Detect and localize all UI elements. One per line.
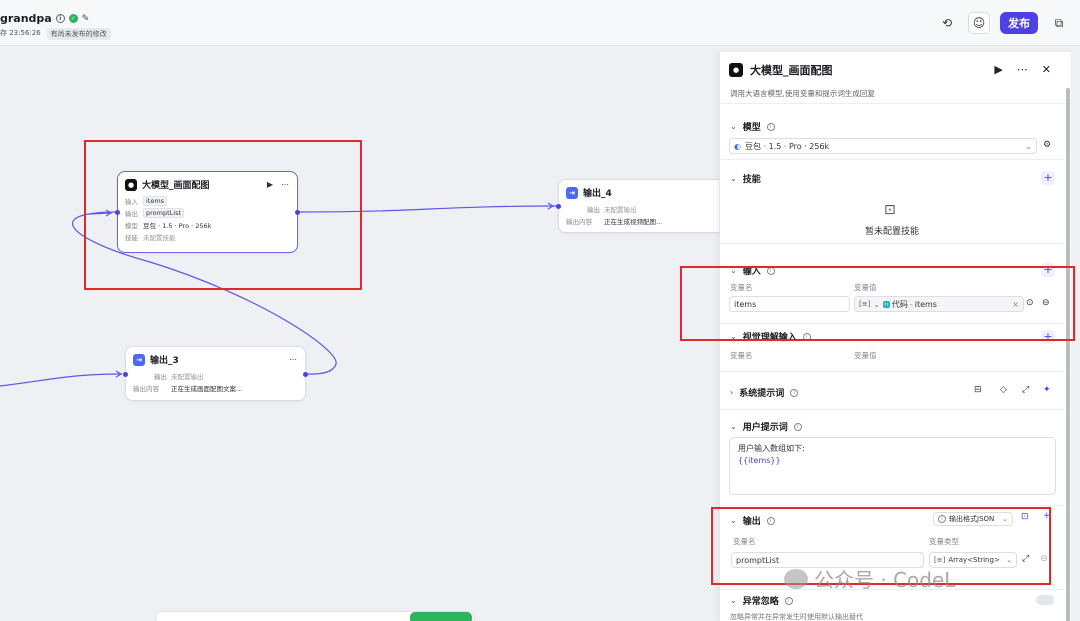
info-icon[interactable]: i [784, 596, 793, 605]
ai-sparkle-icon[interactable]: ✦ [1043, 385, 1051, 395]
doubao-icon: ◐ [734, 141, 741, 151]
optimize-icon[interactable]: ◇ [1000, 385, 1007, 395]
user-prompt-line2: {{items}} [738, 456, 781, 465]
expand-icon[interactable]: ⤢ [1022, 385, 1029, 395]
model-select[interactable]: ◐ 豆包 · 1.5 · Pro · 256k ⌄ [729, 138, 1037, 154]
system-prompt-title: 系统提示词 [739, 389, 785, 399]
panel-scrollbar[interactable] [1066, 88, 1070, 621]
wechat-logo-icon [784, 568, 808, 589]
chevron-down-icon: ⌄ [730, 596, 737, 605]
content-value: 正在生成视频配图... [604, 218, 663, 226]
output4-content-row: 输出内容 正在生成视频配图... [559, 215, 727, 227]
test-run-button[interactable] [410, 612, 472, 621]
skills-title: 技能 [742, 175, 761, 185]
panel-description: 调用大语言模型,使用变量和提示词生成回复 [730, 89, 875, 98]
settings-icon[interactable]: ⚙ [1043, 140, 1051, 150]
empty-box-icon: ⊡ [884, 202, 896, 218]
model-title: 模型 [742, 123, 761, 133]
chevron-down-icon: ⌄ [730, 422, 737, 431]
output3-node[interactable]: ⇥ 输出_3 ⋯ 输出 未配置输出 输出内容 正在生成画面配图文案... [123, 346, 308, 401]
vision-col-value: 变量值 [854, 351, 877, 360]
panel-header: ● 大模型_画面配图 ▶ ⋯ ✕ 调用大语言模型,使用变量和提示词生成回复 [720, 52, 1071, 104]
annotation-box-llm-node [84, 140, 362, 290]
close-icon[interactable]: ✕ [1042, 63, 1051, 76]
template-icon[interactable]: ⊟ [974, 385, 982, 395]
panel-title-group: ● 大模型_画面配图 [729, 62, 833, 78]
user-prompt-line1: 用户输入数组如下: [738, 444, 805, 453]
exception-description: 忽略异常并在异常发生时使用默认输出替代 [730, 613, 863, 621]
exception-toggle[interactable] [1036, 595, 1054, 605]
output3-input-port[interactable] [123, 372, 128, 377]
info-icon[interactable]: i [766, 122, 775, 131]
skills-section: ⌄ 技能 + ⊡ 暂未配置技能 [720, 160, 1064, 244]
add-skill-button[interactable]: + [1041, 171, 1055, 185]
panel-actions: ▶ ⋯ ✕ [994, 63, 1051, 76]
content-label: 输出内容 [133, 385, 159, 393]
content-label: 输出内容 [566, 218, 592, 226]
output3-node-actions: ⋯ [289, 355, 297, 364]
user-prompt-header[interactable]: ⌄ 用户提示词 i [730, 420, 802, 433]
output3-node-header: ⇥ 输出_3 ⋯ [126, 347, 305, 370]
vision-col-name: 变量名 [730, 351, 753, 360]
output-label: 输出 [154, 373, 167, 381]
more-icon[interactable]: ⋯ [289, 355, 297, 364]
output3-output-row: 输出 未配置输出 [126, 370, 305, 382]
wire-in-to-output3 [0, 373, 123, 387]
more-icon[interactable]: ⋯ [1017, 63, 1028, 76]
exception-section: ⌄ 异常忽略 i 忽略异常并在异常发生时使用默认输出替代 [720, 590, 1064, 621]
skills-empty-text: 暂未配置技能 [865, 227, 920, 237]
output4-node[interactable]: ⇥ 输出_4 输出 未配置输出 输出内容 正在生成视频配图... [556, 179, 728, 233]
skills-header[interactable]: ⌄ 技能 [730, 172, 761, 185]
output-node-icon: ⇥ [566, 186, 578, 199]
user-prompt-editor[interactable]: 用户输入数组如下: {{items}} [729, 437, 1056, 495]
watermark-text: 公众号 · CodeL [814, 568, 956, 592]
system-prompt-header[interactable]: › 系统提示词 i [730, 386, 799, 399]
chevron-right-icon: › [730, 388, 734, 397]
model-section: ⌄ 模型 i ◐ 豆包 · 1.5 · Pro · 256k ⌄ ⚙ [720, 108, 1064, 160]
output-value: 未配置输出 [604, 206, 637, 214]
model-select-value: 豆包 · 1.5 · Pro · 256k [744, 141, 830, 151]
watermark: 公众号 · CodeL [784, 564, 955, 593]
user-prompt-title: 用户提示词 [742, 423, 788, 433]
exception-header[interactable]: ⌄ 异常忽略 i [730, 594, 793, 607]
user-prompt-section: ⌄ 用户提示词 i 用户输入数组如下: {{items}} [720, 410, 1064, 506]
exception-title: 异常忽略 [742, 597, 779, 607]
panel-title[interactable]: 大模型_画面配图 [750, 62, 833, 78]
run-icon[interactable]: ▶ [994, 63, 1002, 76]
output-value: 未配置输出 [171, 373, 204, 381]
annotation-box-input [680, 266, 1075, 341]
output-label: 输出 [587, 206, 600, 214]
info-icon[interactable]: i [790, 388, 799, 397]
model-header[interactable]: ⌄ 模型 i [730, 120, 775, 133]
system-prompt-section: › 系统提示词 i ⊟ ◇ ⤢ ✦ [720, 372, 1064, 410]
chevron-down-icon: ⌄ [730, 174, 737, 183]
output4-node-header: ⇥ 输出_4 [559, 180, 727, 203]
output-node-icon: ⇥ [133, 353, 145, 366]
info-icon[interactable]: i [793, 422, 802, 431]
output4-input-port[interactable] [556, 204, 561, 209]
llm-icon: ● [729, 63, 743, 77]
output4-output-row: 输出 未配置输出 [559, 203, 727, 215]
chevron-down-icon: ⌄ [1025, 141, 1032, 151]
output3-output-port[interactable] [303, 372, 308, 377]
chevron-down-icon: ⌄ [730, 122, 737, 131]
content-value: 正在生成画面配图文案... [171, 385, 243, 393]
output4-node-title: 输出_4 [583, 189, 612, 199]
output3-node-title: 输出_3 [150, 356, 179, 366]
output3-content-row: 输出内容 正在生成画面配图文案... [126, 382, 305, 394]
